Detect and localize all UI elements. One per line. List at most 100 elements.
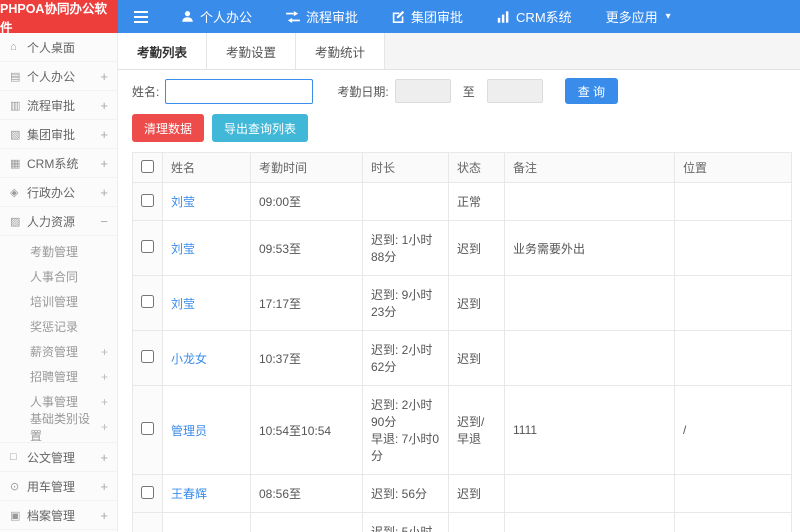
attendance-time: 08:56至 (250, 474, 363, 513)
expand-icon[interactable]: + (100, 508, 108, 523)
row-checkbox[interactable] (141, 485, 154, 499)
sidebar-item-vehicles[interactable]: ⊙ 用车管理 + (0, 472, 117, 501)
sidebar-item-admin-office[interactable]: ◈ 行政办公 + (0, 178, 117, 207)
name-filter-input[interactable] (165, 78, 314, 104)
export-list-button[interactable]: 导出查询列表 (212, 114, 309, 142)
nav-process-approval[interactable]: 流程审批 (269, 0, 375, 33)
expand-icon[interactable]: + (100, 98, 108, 113)
row-checkbox[interactable] (141, 422, 154, 435)
sidebar-subitem-salary[interactable]: 薪资管理 + (0, 339, 117, 364)
employee-name-link[interactable]: 刘莹 (171, 297, 195, 311)
date-from-input[interactable] (394, 79, 451, 103)
attendance-table-wrap: 姓名 考勤时间 时长 状态 备注 位置 刘莹 09:00至 正常 刘莹 09:5… (118, 152, 800, 532)
sidebar-item-personal-office[interactable]: ▤ 个人办公 + (0, 62, 117, 91)
expand-icon[interactable]: + (101, 345, 108, 359)
location (674, 275, 792, 331)
document-icon: □ (10, 451, 17, 463)
duration (362, 182, 449, 221)
table-row: 王春辉 08:56至 迟到: 56分 迟到 (132, 474, 792, 513)
status-text: 迟到 (448, 220, 505, 276)
flow-arrows-icon (286, 10, 300, 23)
tab-attendance-list[interactable]: 考勤列表 (118, 33, 208, 69)
bar-chart-icon (497, 10, 510, 23)
duration: 迟到: 2小时90分 早退: 7小时0分 (362, 385, 449, 475)
sidebar-item-hr[interactable]: ▨ 人力资源 − (0, 207, 117, 236)
status-text: 迟到 (448, 275, 505, 331)
employee-name-link[interactable]: 管理员 (171, 424, 207, 438)
caret-down-icon: ▾ (665, 11, 671, 22)
remark (504, 474, 675, 513)
expand-icon[interactable]: + (101, 395, 108, 409)
date-to-input[interactable] (486, 79, 543, 103)
tab-attendance-settings[interactable]: 考勤设置 (207, 33, 297, 69)
filter-bar: 姓名: 考勤日期: 至 查 询 (118, 70, 800, 112)
expand-icon[interactable]: + (100, 450, 108, 465)
action-toolbar: 清理数据 导出查询列表 (118, 112, 800, 152)
collapse-icon[interactable]: − (100, 214, 108, 229)
remark (504, 330, 675, 386)
nav-personal-office[interactable]: 个人办公 (164, 0, 269, 33)
expand-icon[interactable]: + (100, 479, 108, 494)
sidebar-hr-submenu: 考勤管理 人事合同 培训管理 奖惩记录 薪资管理 + 招聘管理 + 人事管理 +… (0, 236, 117, 443)
duration: 迟到: 2小时62分 (362, 330, 449, 386)
expand-icon[interactable]: + (101, 370, 108, 384)
remark (504, 182, 675, 221)
app-window: PHPOA协同办公软件 个人办公 流程审批 集团审批 CRM系统 更多应用 ▾ (0, 0, 800, 532)
sidebar-subitem-recruiting[interactable]: 招聘管理 + (0, 364, 117, 389)
desktop-icon: ⌂ (10, 41, 17, 53)
sidebar-item-process-approval[interactable]: ▥ 流程审批 + (0, 91, 117, 120)
expand-icon[interactable]: + (100, 185, 108, 200)
col-header-duration: 时长 (362, 152, 449, 183)
sidebar-subitem-attendance[interactable]: 考勤管理 (0, 239, 117, 264)
col-header-status: 状态 (448, 152, 505, 183)
col-header-name: 姓名 (162, 152, 251, 183)
expand-icon[interactable]: + (101, 420, 108, 434)
clean-data-button[interactable]: 清理数据 (132, 114, 205, 142)
col-header-time: 考勤时间 (250, 152, 363, 183)
attendance-time: 09:53至 (250, 220, 363, 276)
expand-icon[interactable]: + (100, 127, 108, 142)
table-row: 管理员 10:54至10:54 迟到: 2小时90分 早退: 7小时0分 迟到/… (132, 385, 792, 475)
row-checkbox[interactable] (141, 350, 154, 363)
sidebar-item-desktop[interactable]: ⌂ 个人桌面 (0, 33, 117, 62)
sidebar-subitem-base-category[interactable]: 基础类别设置 + (0, 412, 117, 443)
location (674, 182, 792, 221)
sidebar-item-archives[interactable]: ▣ 档案管理 + (0, 501, 117, 530)
expand-icon[interactable]: + (100, 156, 108, 171)
search-button[interactable]: 查 询 (564, 78, 619, 104)
app-logo[interactable]: PHPOA协同办公软件 (0, 0, 118, 35)
expand-icon[interactable]: + (100, 69, 108, 84)
row-checkbox[interactable] (141, 295, 154, 308)
sidebar-subitem-training[interactable]: 培训管理 (0, 289, 117, 314)
date-filter-label: 考勤日期: (337, 84, 389, 99)
employee-name-link[interactable]: 王春辉 (171, 487, 207, 501)
employee-name-link[interactable]: 刘莹 (171, 242, 195, 256)
attendance-table: 姓名 考勤时间 时长 状态 备注 位置 刘莹 09:00至 正常 刘莹 09:5… (132, 152, 792, 532)
tab-attendance-stats[interactable]: 考勤统计 (296, 33, 386, 69)
table-row: 刘莹 09:53至 迟到: 1小时88分 迟到 业务需要外出 (132, 220, 792, 276)
nav-group-approval[interactable]: 集团审批 (375, 0, 480, 33)
employee-name-link[interactable]: 刘莹 (171, 195, 195, 209)
sidebar-item-group-approval[interactable]: ▧ 集团审批 + (0, 120, 117, 149)
user-icon (181, 10, 194, 23)
row-checkbox[interactable] (141, 193, 154, 207)
nav-crm-system[interactable]: CRM系统 (480, 0, 589, 33)
employee-name-link[interactable]: 小龙女 (171, 352, 207, 366)
name-filter-label: 姓名: (132, 84, 160, 99)
sidebar-subitem-contract[interactable]: 人事合同 (0, 264, 117, 289)
remark (504, 512, 675, 532)
sidebar-subitem-rewards[interactable]: 奖惩记录 (0, 314, 117, 339)
nav-label: CRM系统 (516, 10, 572, 25)
nav-more-apps[interactable]: 更多应用 ▾ (589, 0, 688, 33)
hamburger-menu-icon[interactable] (118, 0, 164, 33)
duration: 迟到: 1小时88分 (362, 220, 449, 276)
nav-label: 更多应用 (605, 10, 658, 25)
row-checkbox[interactable] (141, 240, 154, 253)
sidebar-item-crm[interactable]: ▦ CRM系统 + (0, 149, 117, 178)
top-navbar: PHPOA协同办公软件 个人办公 流程审批 集团审批 CRM系统 更多应用 ▾ (0, 0, 800, 35)
sidebar-item-documents[interactable]: □ 公文管理 + (0, 443, 117, 472)
col-header-remark: 备注 (504, 152, 675, 183)
select-all-checkbox[interactable] (141, 159, 154, 173)
table-header-row: 姓名 考勤时间 时长 状态 备注 位置 (132, 152, 792, 183)
remark: 1111 (504, 385, 675, 475)
